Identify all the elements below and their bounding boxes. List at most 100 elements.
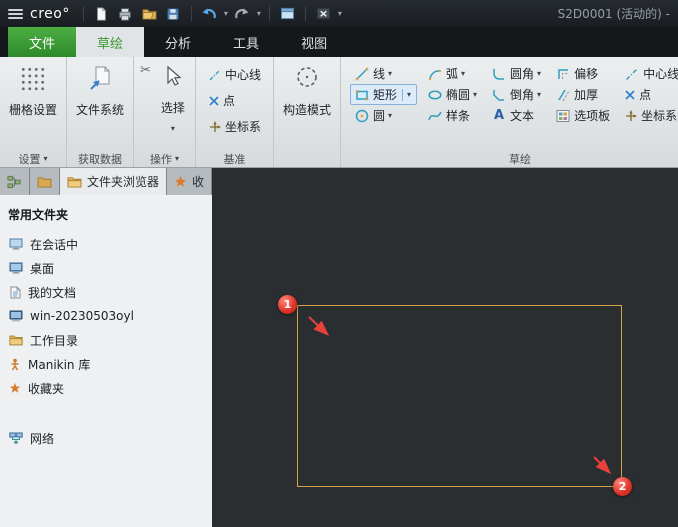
app-menu-icon[interactable] xyxy=(8,8,23,19)
undo-button[interactable] xyxy=(199,3,220,24)
chevron-down-icon[interactable]: ▾ xyxy=(257,9,261,18)
folder-item-desktop[interactable]: 桌面 xyxy=(0,256,212,280)
chevron-down-icon[interactable]: ▾ xyxy=(537,69,541,78)
chevron-down-icon[interactable]: ▾ xyxy=(338,9,342,18)
annotation-arrow-1 xyxy=(308,316,330,337)
palette-button[interactable]: 选项板 xyxy=(551,105,614,126)
folder-tree-tab[interactable] xyxy=(30,168,60,195)
folder-browser-tab[interactable]: 文件夹浏览器 xyxy=(60,168,168,195)
ribbon-group-settings: 栅格设置 设置 ▾ xyxy=(0,57,68,167)
tab-sketch[interactable]: 草绘 xyxy=(76,27,145,57)
close-window-button[interactable] xyxy=(313,3,334,24)
construction-mode-button[interactable]: 构造模式 xyxy=(277,60,337,118)
tab-file[interactable]: 文件 xyxy=(8,27,77,57)
tab-tools[interactable]: 工具 xyxy=(212,27,280,57)
chevron-down-icon[interactable]: ▾ xyxy=(473,90,477,99)
sketch-group-label: 草绘 xyxy=(509,152,532,166)
file-import-icon xyxy=(86,64,114,92)
open-button[interactable] xyxy=(139,3,160,24)
tab-analysis[interactable]: 分析 xyxy=(144,27,212,57)
rectangle-icon xyxy=(354,87,370,103)
point-x-icon xyxy=(624,89,636,101)
thicken-button[interactable]: 加厚 xyxy=(551,84,614,105)
arc-icon xyxy=(427,66,443,82)
desktop-icon xyxy=(9,262,23,274)
star-icon xyxy=(174,175,187,188)
circle-button[interactable]: 圆 ▾ xyxy=(350,105,417,126)
tab-view[interactable]: 视图 xyxy=(280,27,348,57)
save-icon xyxy=(166,7,180,21)
folder-item-favorites[interactable]: 收藏夹 xyxy=(0,376,212,400)
main-area: 文件夹浏览器 收 常用文件夹 在会话中 桌面 我的文档 win-20230503… xyxy=(0,168,678,527)
sketch-centerline-button[interactable]: 中心线 ▾ xyxy=(620,63,678,84)
centerline-icon xyxy=(624,66,640,82)
cut-button[interactable]: ✂ xyxy=(137,60,154,81)
offset-button[interactable]: 偏移 xyxy=(551,63,614,84)
redo-icon xyxy=(234,7,250,21)
chevron-down-icon[interactable]: ▾ xyxy=(388,111,392,120)
spline-button[interactable]: 样条 xyxy=(423,105,481,126)
chamfer-button[interactable]: 倒角 ▾ xyxy=(487,84,545,105)
annotation-arrow-2 xyxy=(593,456,612,475)
navigator-panel: 文件夹浏览器 收 常用文件夹 在会话中 桌面 我的文档 win-20230503… xyxy=(0,168,213,527)
ribbon: 栅格设置 设置 ▾ 文件系统 获取数据 ✂ 选择 ▾ 操作 ▾ 中心线 点 坐标… xyxy=(0,57,678,168)
chevron-down-icon[interactable]: ▾ xyxy=(537,90,541,99)
chevron-down-icon[interactable]: ▾ xyxy=(224,9,228,18)
point-x-icon xyxy=(208,95,220,107)
select-button[interactable]: 选择 ▾ xyxy=(154,60,192,133)
centerline-icon xyxy=(208,68,222,82)
line-button[interactable]: 线 ▾ xyxy=(350,63,417,84)
sketch-csys-button[interactable]: 坐标系 xyxy=(620,105,678,126)
dashed-circle-icon xyxy=(293,64,321,92)
settings-group-label[interactable]: 设置 ▾ xyxy=(0,150,66,167)
folder-item-working-directory[interactable]: 工作目录 xyxy=(0,328,212,352)
step-marker-2: 2 xyxy=(613,477,633,496)
new-file-button[interactable] xyxy=(91,3,112,24)
folder-item-computer[interactable]: win-20230503oyl xyxy=(0,304,212,328)
computer-icon xyxy=(9,310,23,322)
folder-item-documents[interactable]: 我的文档 xyxy=(0,280,212,304)
network-icon xyxy=(9,432,23,444)
thicken-icon xyxy=(555,87,571,103)
document-icon xyxy=(9,286,21,299)
sketch-geometry xyxy=(297,305,623,487)
file-system-button[interactable]: 文件系统 xyxy=(70,60,130,118)
window-icon xyxy=(280,7,295,20)
folders-icon xyxy=(37,176,52,188)
common-folders-header: 常用文件夹 xyxy=(8,208,69,222)
folder-item-network[interactable]: 网络 xyxy=(0,426,212,450)
ribbon-group-get-data: 文件系统 获取数据 xyxy=(67,57,135,167)
window-switch-button[interactable] xyxy=(277,3,298,24)
chevron-down-icon[interactable]: ▾ xyxy=(461,69,465,78)
datum-group-label: 基准 xyxy=(223,152,246,166)
operations-group-label[interactable]: 操作 ▾ xyxy=(134,150,195,167)
print-button[interactable] xyxy=(115,3,136,24)
rectangle-button[interactable]: 矩形 ▾ xyxy=(349,84,417,105)
construction-group-label xyxy=(274,150,340,167)
coordinate-system-icon xyxy=(208,120,222,134)
folder-icon xyxy=(67,176,82,188)
divider xyxy=(82,6,84,21)
grid-settings-button[interactable]: 栅格设置 xyxy=(3,60,63,118)
datum-centerline-button[interactable]: 中心线 xyxy=(204,64,265,85)
rectangle-dropdown[interactable]: ▾ xyxy=(401,88,413,101)
open-folder-icon xyxy=(142,7,157,20)
folder-item-in-session[interactable]: 在会话中 xyxy=(0,232,212,256)
sketch-canvas[interactable]: 1 2 xyxy=(212,168,678,527)
text-button[interactable]: A 文本 xyxy=(487,105,545,126)
save-button[interactable] xyxy=(163,3,184,24)
redo-button[interactable] xyxy=(232,3,253,24)
datum-csys-button[interactable]: 坐标系 xyxy=(204,116,265,137)
arc-button[interactable]: 弧 ▾ xyxy=(423,63,481,84)
spline-icon xyxy=(427,108,443,124)
fillet-button[interactable]: 圆角 ▾ xyxy=(487,63,545,84)
favorites-tab[interactable]: 收 xyxy=(167,168,213,195)
model-tree-tab[interactable] xyxy=(0,168,30,195)
chevron-down-icon[interactable]: ▾ xyxy=(388,69,392,78)
close-icon xyxy=(316,7,331,20)
folder-item-manikin-library[interactable]: Manikin 库 xyxy=(0,352,212,376)
datum-point-button[interactable]: 点 xyxy=(204,90,265,111)
sketch-point-button[interactable]: 点 xyxy=(620,84,678,105)
ellipse-button[interactable]: 椭圆 ▾ xyxy=(423,84,481,105)
coordinate-system-icon xyxy=(624,109,638,123)
